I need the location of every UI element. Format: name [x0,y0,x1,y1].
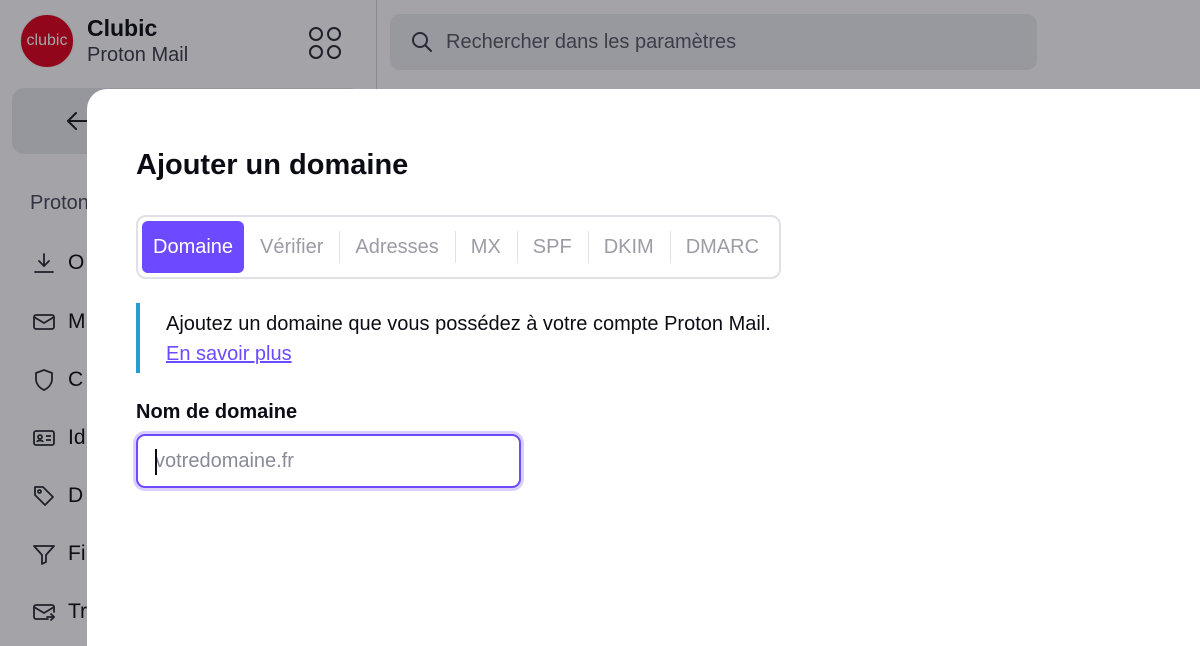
learn-more-link[interactable]: En savoir plus [166,339,292,369]
step-spf[interactable]: SPF [516,221,588,273]
steps-bar: Domaine Vérifier Adresses MX SPF DKIM DM… [136,215,782,279]
add-domain-modal: Ajouter un domaine Domaine Vérifier Adre… [87,89,1200,646]
text-caret [155,449,157,475]
step-mx[interactable]: MX [454,221,517,273]
info-text: Ajoutez un domaine que vous possédez à v… [166,313,771,335]
step-dkim[interactable]: DKIM [587,221,670,273]
domain-name-input[interactable] [136,434,521,488]
domain-name-label: Nom de domaine [136,401,298,423]
step-adresses[interactable]: Adresses [339,221,454,273]
step-dmarc[interactable]: DMARC [669,221,775,273]
info-notice: Ajoutez un domaine que vous possédez à v… [136,303,856,373]
modal-title: Ajouter un domaine [136,149,409,181]
step-verifier[interactable]: Vérifier [244,221,339,273]
step-domaine[interactable]: Domaine [142,221,245,273]
